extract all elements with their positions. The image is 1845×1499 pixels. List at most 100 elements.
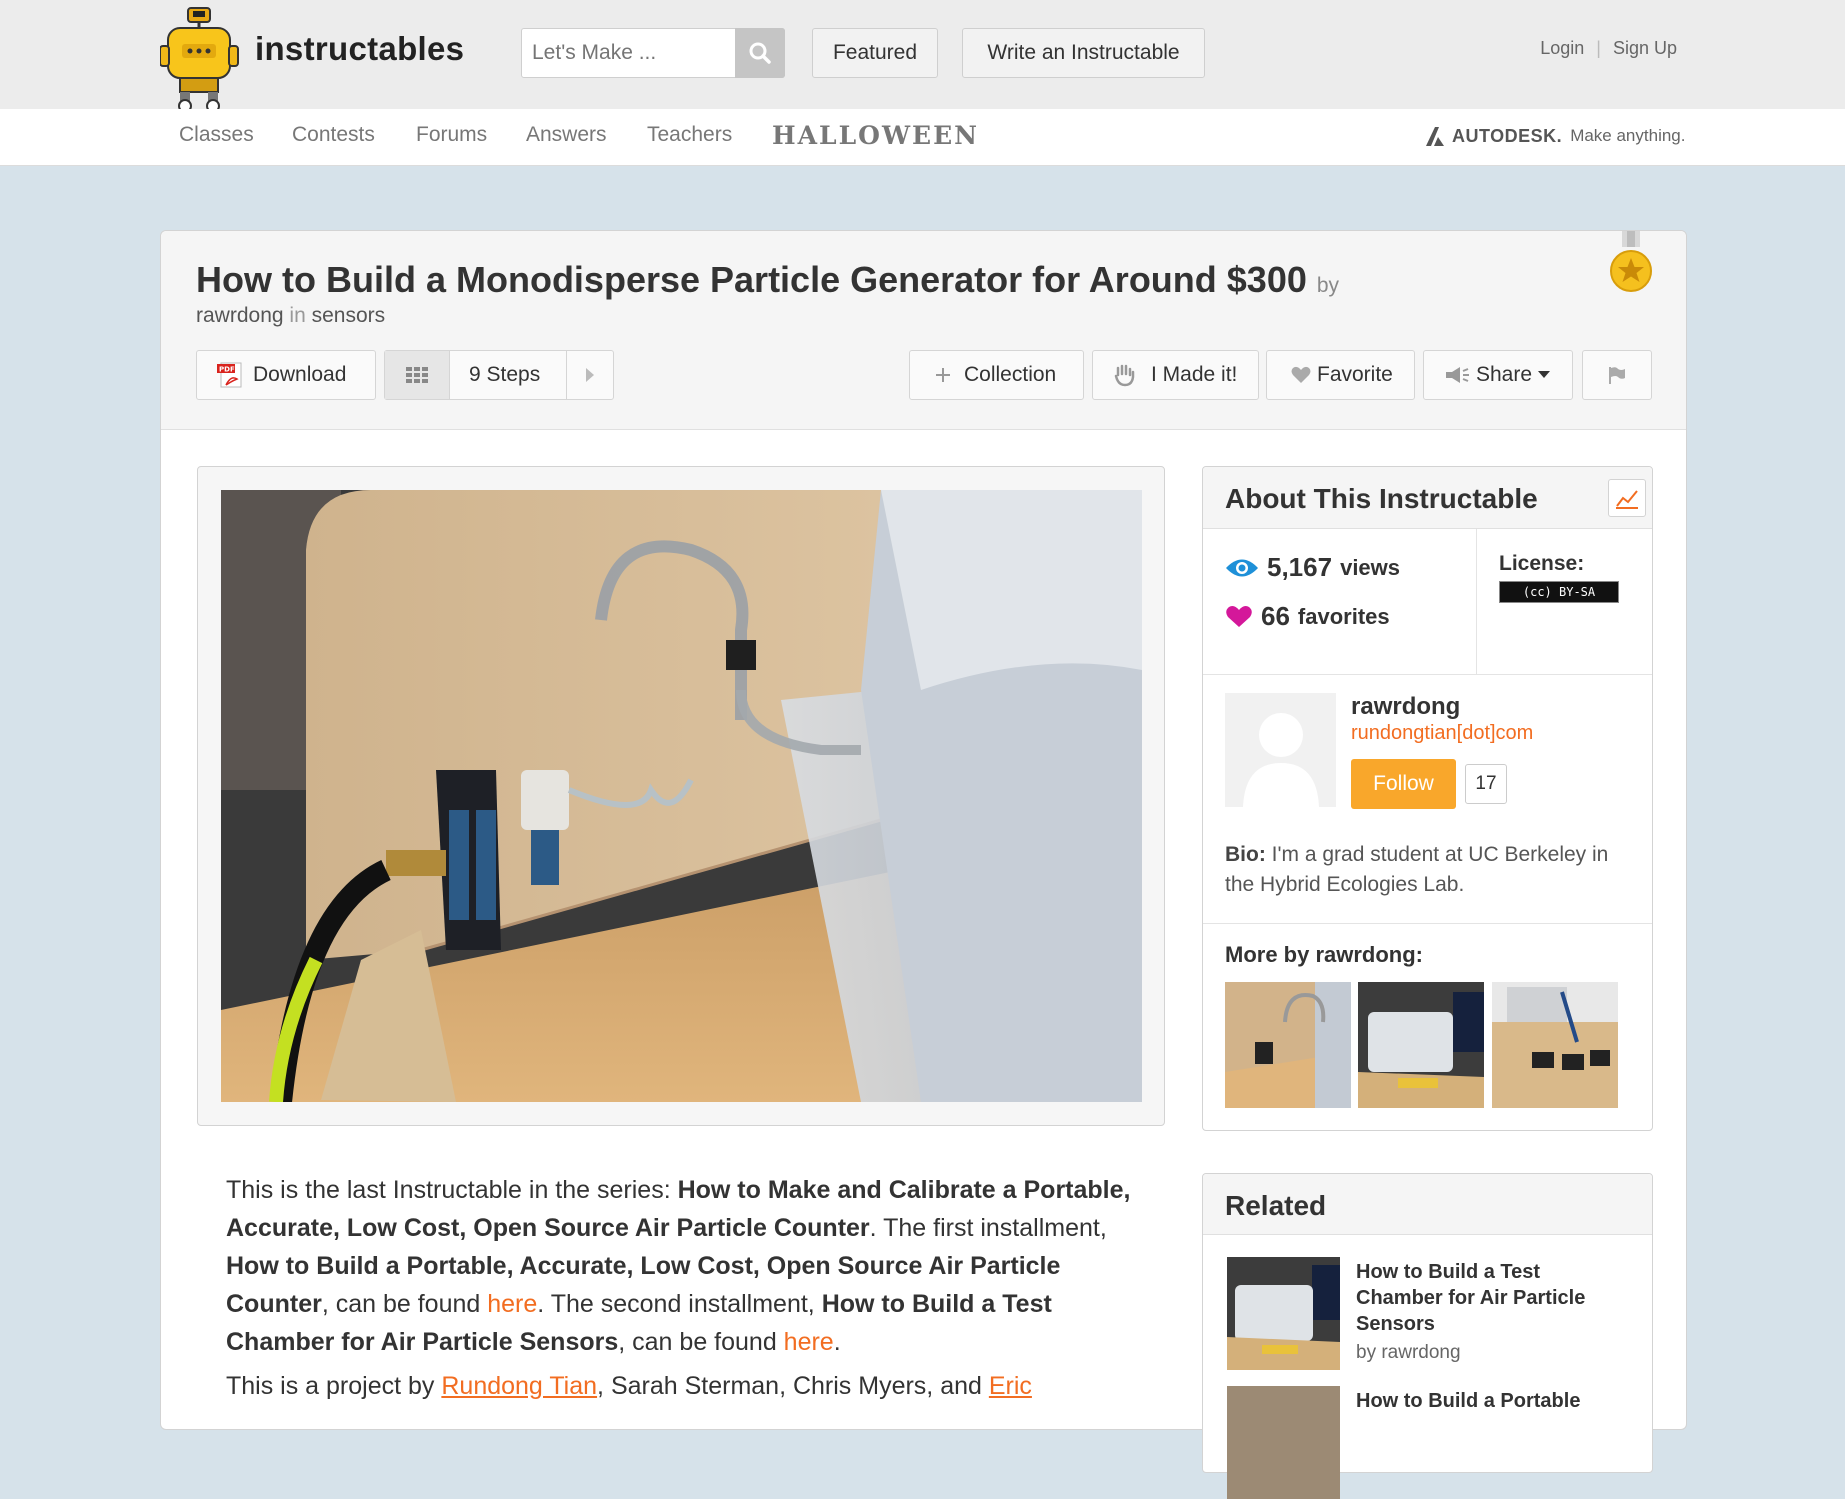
pdf-tag: PDF <box>219 366 235 374</box>
follow-button[interactable]: Follow <box>1351 759 1456 809</box>
download-button[interactable]: PDF Download <box>196 350 376 400</box>
related-title: Related <box>1225 1190 1327 1221</box>
about-divider-1 <box>1203 674 1652 675</box>
flag-button[interactable] <box>1582 350 1652 400</box>
eye-icon <box>1226 559 1258 576</box>
caret-down-icon <box>1538 371 1551 378</box>
nav-item-forums[interactable]: Forums <box>416 123 487 147</box>
more-by-thumbnail-1[interactable] <box>1225 982 1351 1108</box>
about-divider-2 <box>1203 923 1652 924</box>
bio-text: I'm a grad student at UC Berkeley in the… <box>1225 843 1609 896</box>
collection-button[interactable]: Collection <box>909 350 1084 400</box>
flag-icon <box>1609 367 1625 384</box>
pdf-icon: PDF <box>217 362 242 388</box>
category-link[interactable]: sensors <box>312 304 386 327</box>
particle-generator-photo[interactable] <box>221 490 1142 1102</box>
i-made-it-label: I Made it! <box>1151 363 1238 386</box>
cc-license-badge[interactable]: (cc) BY-SA <box>1499 581 1619 603</box>
nav-item-contests[interactable]: Contests <box>292 123 375 147</box>
steps-grid-button[interactable] <box>385 351 450 399</box>
intro-text-6: . <box>833 1328 841 1356</box>
nav-item-halloween[interactable]: HALLOWEEN <box>772 121 979 150</box>
site-header: instructables Featured Write an Instruct… <box>0 0 1845 113</box>
share-button[interactable]: Share <box>1423 350 1573 400</box>
stats-button[interactable] <box>1608 479 1646 517</box>
about-title: About This Instructable <box>1225 483 1538 514</box>
plus-icon <box>936 368 950 382</box>
nav-item-answers[interactable]: Answers <box>526 123 607 147</box>
download-label: Download <box>253 363 347 386</box>
favorites-count: 66 <box>1261 601 1290 631</box>
grid-icon <box>406 367 428 383</box>
write-instructable-button[interactable]: Write an Instructable <box>962 28 1205 78</box>
nav-item-classes[interactable]: Classes <box>179 123 254 147</box>
about-panel: About This Instructable 5,167 views 66 f… <box>1202 466 1653 1131</box>
signup-link[interactable]: Sign Up <box>1613 38 1677 58</box>
intro-text: This is the last Instructable in the ser… <box>226 1171 1136 1405</box>
search-button[interactable] <box>735 28 785 78</box>
featured-button[interactable]: Featured <box>812 28 938 78</box>
credits-paragraph: This is a project by Rundong Tian, Sarah… <box>226 1367 1136 1405</box>
intro-text-5: , can be found <box>618 1328 784 1356</box>
views-count: 5,167 <box>1267 552 1333 582</box>
autodesk-logo-icon <box>1426 127 1444 146</box>
about-header: About This Instructable <box>1203 467 1652 529</box>
chevron-right-icon <box>586 368 594 382</box>
autodesk-wordmark: AUTODESK. <box>1452 125 1563 146</box>
more-by-author-label: More by rawrdong: <box>1225 942 1424 967</box>
related-thumbnail-2[interactable] <box>1227 1386 1340 1499</box>
coauthor-credit-link[interactable]: Eric <box>989 1372 1032 1400</box>
author-category-line: rawrdong in sensors <box>196 304 385 328</box>
featured-medal-icon <box>1610 231 1652 292</box>
search-box <box>521 28 785 78</box>
intro-text-1: This is the last Instructable in the ser… <box>226 1176 678 1204</box>
credits-text-1: This is a project by <box>226 1372 442 1400</box>
author-avatar[interactable] <box>1225 693 1336 807</box>
second-installment-link[interactable]: here <box>784 1328 834 1356</box>
heart-favorites-icon <box>1226 605 1252 627</box>
auth-links: Login | Sign Up <box>1540 38 1677 59</box>
login-link[interactable]: Login <box>1540 38 1584 58</box>
favorite-button[interactable]: Favorite <box>1266 350 1415 400</box>
more-by-thumbnail-3[interactable] <box>1492 982 1618 1108</box>
intro-text-2: . The first installment, <box>869 1214 1107 1242</box>
author-link[interactable]: rawrdong <box>196 304 284 327</box>
steps-count[interactable]: 9 Steps <box>469 363 540 387</box>
instructable-header: How to Build a Monodisperse Particle Gen… <box>161 231 1686 430</box>
autodesk-brand[interactable]: AUTODESK. Make anything. <box>1424 125 1685 147</box>
favorite-label: Favorite <box>1317 363 1393 386</box>
views-stat: 5,167 views <box>1225 552 1400 583</box>
steps-navigator: 9 Steps <box>384 350 614 400</box>
megaphone-icon <box>1446 367 1469 383</box>
intro-text-3: , can be found <box>321 1290 488 1318</box>
stats-chart-icon <box>1616 490 1638 509</box>
collection-label: Collection <box>964 363 1057 386</box>
title-by-label: by <box>1316 274 1340 297</box>
author-credit-link[interactable]: Rundong Tian <box>441 1372 597 1400</box>
next-step-button[interactable] <box>566 351 613 399</box>
i-made-it-button[interactable]: I Made it! <box>1092 350 1259 400</box>
author-bio: Bio: I'm a grad student at UC Berkeley i… <box>1225 840 1640 900</box>
credits-text-2: , Sarah Sterman, Chris Myers, and <box>597 1372 989 1400</box>
views-label: views <box>1340 554 1401 580</box>
nav-item-teachers[interactable]: Teachers <box>647 123 732 147</box>
related-item-title[interactable]: How to Build a Portable <box>1356 1388 1616 1414</box>
author-name[interactable]: rawrdong <box>1351 693 1460 721</box>
hand-icon <box>1114 364 1135 387</box>
search-input[interactable] <box>522 29 734 77</box>
related-thumbnail-1[interactable] <box>1227 1257 1340 1370</box>
author-website-link[interactable]: rundongtian[dot]com <box>1351 722 1533 745</box>
more-by-thumbnail-2[interactable] <box>1358 982 1484 1108</box>
instructable-card: How to Build a Monodisperse Particle Gen… <box>160 230 1687 1499</box>
related-item-author: by rawrdong <box>1356 1342 1461 1363</box>
auth-separator: | <box>1596 38 1601 58</box>
favorites-stat: 66 favorites <box>1225 601 1390 632</box>
first-installment-link[interactable]: here <box>487 1290 537 1318</box>
license-label: License: <box>1499 552 1585 575</box>
autodesk-slogan: Make anything. <box>1570 126 1686 145</box>
bio-label: Bio: <box>1225 843 1266 866</box>
related-item-title[interactable]: How to Build a Test Chamber for Air Part… <box>1356 1259 1616 1337</box>
site-logo-text[interactable]: instructables <box>255 30 464 68</box>
robot-logo-icon[interactable] <box>160 6 250 114</box>
in-label: in <box>289 304 306 327</box>
